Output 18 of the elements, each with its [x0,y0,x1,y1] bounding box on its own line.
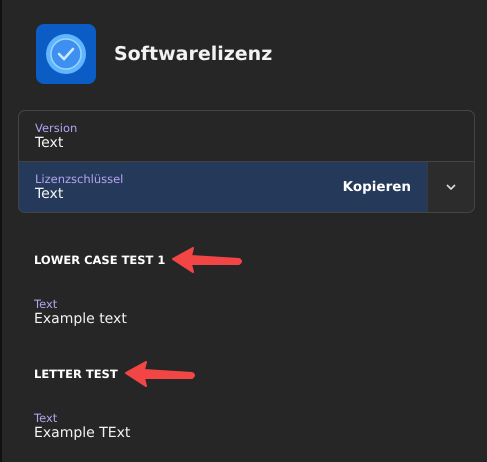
chevron-down-icon [445,183,457,191]
page-title: Softwarelizenz [114,43,272,65]
section-heading: LETTER TEST [34,367,118,381]
field-value: Text [35,135,64,151]
item-value: Example TExt [34,425,132,441]
expand-button[interactable] [427,162,474,212]
field-label: Lizenzschlüssel [35,172,124,186]
arrow-icon [124,359,198,389]
field-row[interactable]: Version Text [19,111,474,161]
field-value: Text [35,186,64,202]
field-row[interactable]: Lizenzschlüssel Text Kopieren [19,161,474,212]
item-label: Text [34,411,58,425]
item-value: Example text [34,311,128,327]
section-heading: LOWER CASE TEST 1 [34,253,166,267]
item-label: Text [34,297,58,311]
badge-check-icon [36,24,96,84]
field-label: Version [35,121,78,135]
copy-button[interactable]: Kopieren [326,162,427,212]
